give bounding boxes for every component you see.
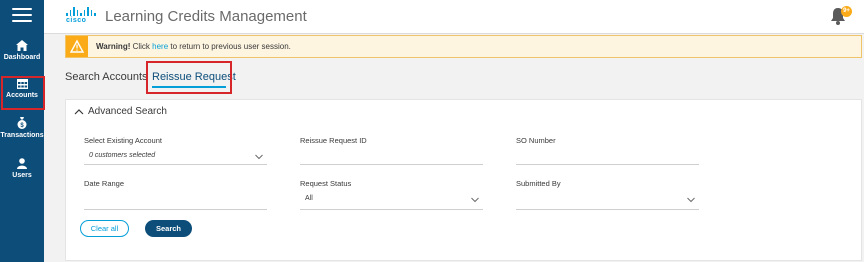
request-status-select[interactable]: All [305,195,313,202]
search-button[interactable]: Search [145,220,192,237]
money-bag-icon: $ [17,117,27,129]
chevron-down-icon[interactable] [687,197,695,203]
sidebar: Dashboard Accounts $ Transactions Users [0,0,45,262]
home-icon [16,40,28,51]
chevron-up-icon[interactable] [74,107,84,117]
highlight-box [146,61,232,94]
app-title: Learning Credits Management [105,8,307,25]
reissue-id-label: Reissue Request ID [300,136,367,145]
user-icon [17,158,27,169]
tab-search-accounts[interactable]: Search Accounts [65,71,148,83]
notification-badge: 9+ [841,6,852,17]
request-status-label: Request Status [300,179,352,188]
warning-icon [69,39,85,53]
sidebar-item-transactions[interactable]: $ Transactions [0,117,44,139]
cisco-logo: cisco [66,7,96,27]
sidebar-item-dashboard[interactable]: Dashboard [0,40,44,61]
return-session-link[interactable]: here [152,42,168,51]
advanced-search-panel: Advanced Search Select Existing Account … [65,99,862,261]
highlight-box [1,76,45,110]
existing-account-select[interactable]: 0 customers selected [89,152,155,159]
warning-banner: Warning! Click here to return to previou… [65,35,862,58]
date-range-label: Date Range [84,179,125,188]
so-number-label: SO Number [516,136,556,145]
sidebar-item-label: Users [12,172,32,179]
sidebar-item-users[interactable]: Users [0,158,44,179]
menu-icon[interactable] [12,8,32,24]
sidebar-item-label: Dashboard [3,54,41,61]
top-header: cisco Learning Credits Management 9+ [44,0,864,34]
submitted-by-label: Submitted By [516,179,561,188]
chevron-down-icon[interactable] [255,154,263,160]
advanced-search-title[interactable]: Advanced Search [88,106,167,117]
chevron-down-icon[interactable] [471,197,479,203]
clear-all-button[interactable]: Clear all [80,220,129,237]
warning-text: Warning! Click here to return to previou… [96,42,291,51]
sidebar-item-label: Transactions [0,132,44,139]
existing-account-label: Select Existing Account [84,136,162,145]
